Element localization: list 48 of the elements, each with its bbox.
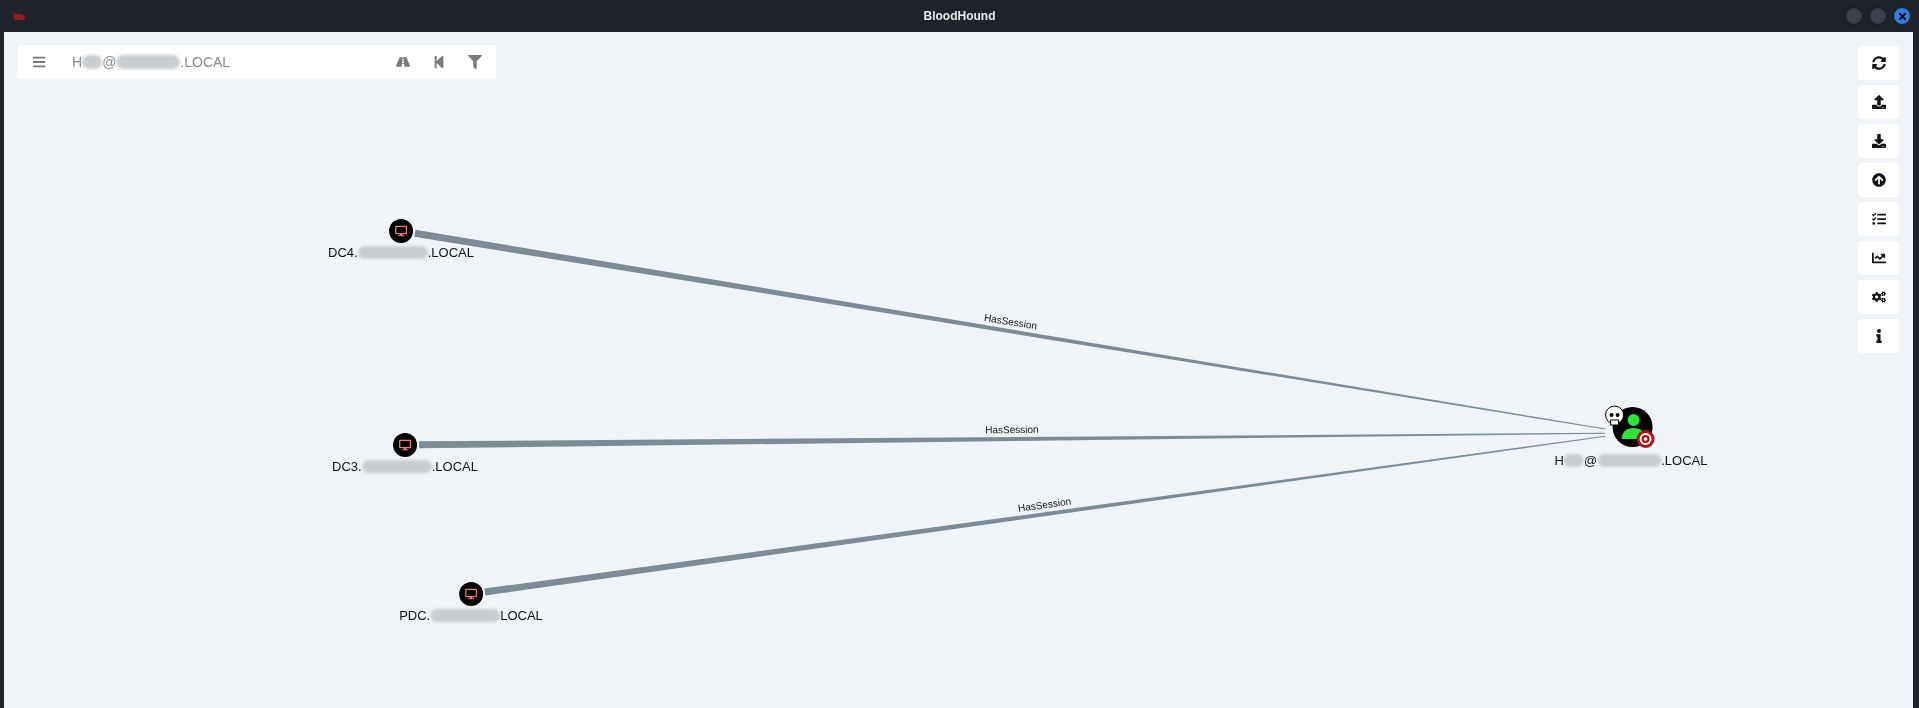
redaction-blur [361, 460, 432, 473]
road-icon[interactable] [396, 55, 410, 69]
label-text: H [1554, 453, 1564, 468]
label-text: H [72, 54, 83, 70]
settings-button[interactable] [1858, 280, 1899, 314]
edge-label: HasSession [985, 423, 1039, 436]
line-chart-icon [1871, 251, 1886, 265]
filter-icon[interactable] [468, 55, 482, 69]
search-field[interactable]: H @ .LOCAL [72, 54, 396, 70]
redaction-blur [116, 55, 181, 69]
download-button[interactable] [1858, 124, 1899, 158]
redaction-blur [1597, 454, 1662, 467]
chart-button[interactable] [1858, 241, 1899, 275]
computer-node-icon[interactable] [393, 433, 417, 457]
label-text: @ [1583, 453, 1598, 468]
label-text: PDC. [399, 608, 431, 623]
label-text: DC4. [328, 245, 358, 260]
logo-icon [12, 11, 26, 21]
label-text: DC3. [332, 459, 362, 474]
redaction-blur [82, 55, 103, 69]
step-back-icon[interactable] [432, 55, 446, 69]
label-text: .LOCAL [427, 245, 474, 260]
label-text: @ [102, 54, 117, 70]
edge-label: HasSession [983, 312, 1038, 332]
window-title: BloodHound [923, 9, 996, 23]
settings-icon [1871, 290, 1886, 304]
computer-node-icon[interactable] [459, 582, 483, 606]
upload-icon [1871, 95, 1886, 109]
redaction-blur [430, 609, 501, 622]
computer-node-icon[interactable] [389, 219, 413, 243]
redaction-blur [357, 246, 428, 259]
menu-icon[interactable] [32, 55, 46, 69]
import-button[interactable] [1858, 163, 1899, 197]
label-text: .LOCAL [180, 54, 231, 70]
label-text: .LOCAL [1661, 453, 1708, 468]
queries-button[interactable] [1858, 202, 1899, 236]
checklist-icon [1871, 212, 1886, 226]
upload-button[interactable] [1858, 85, 1899, 119]
refresh-button[interactable] [1858, 46, 1899, 80]
close-icon [1896, 10, 1908, 22]
edge-label: HasSession [1017, 495, 1072, 514]
download-icon [1871, 134, 1886, 148]
refresh-icon [1871, 56, 1886, 70]
info-button[interactable] [1858, 319, 1899, 353]
redaction-blur [1563, 454, 1584, 467]
close-button[interactable] [1893, 7, 1911, 25]
label-text: LOCAL [500, 608, 543, 623]
label-text: .LOCAL [431, 459, 478, 474]
